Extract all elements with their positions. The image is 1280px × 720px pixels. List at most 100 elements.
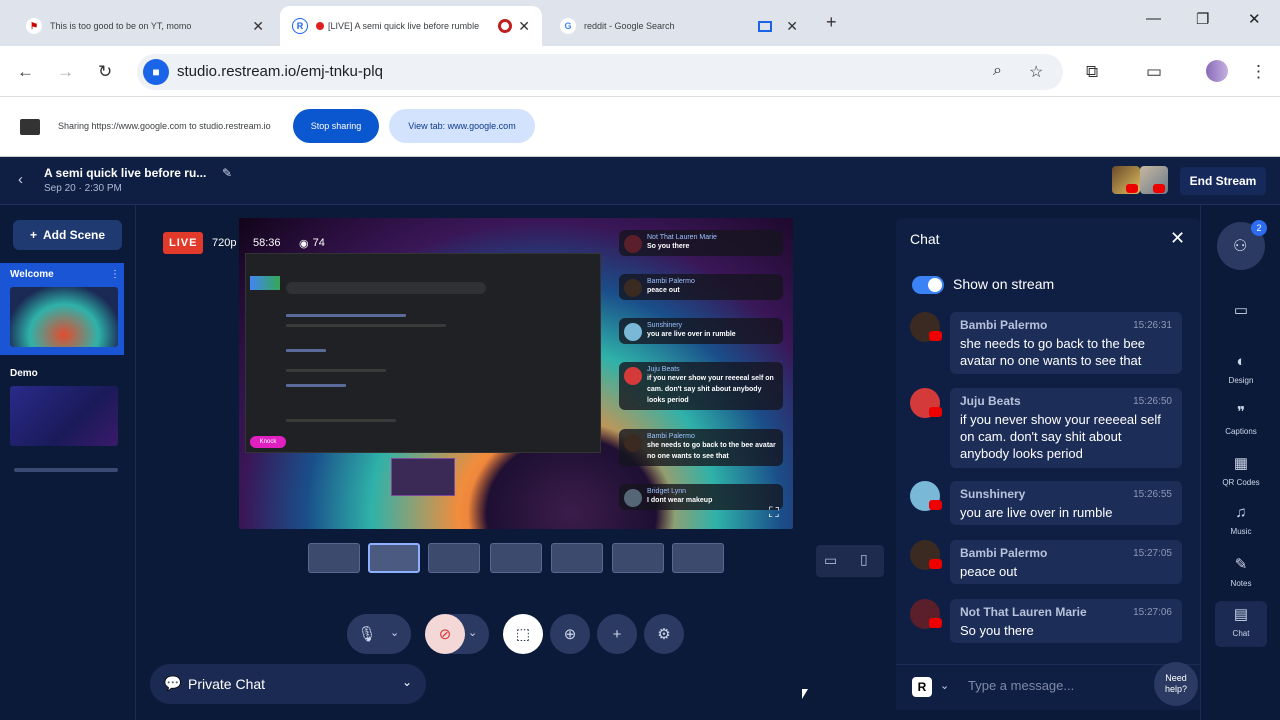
layout-option[interactable] <box>551 543 603 573</box>
sidebar-item-chat[interactable]: ▤ Chat <box>1215 601 1267 647</box>
restore-icon[interactable]: ❐ <box>1196 10 1209 28</box>
reload-icon[interactable]: ↻ <box>98 62 112 82</box>
right-sidebar: ⚇ 2 ▭ ◐ Design ❞ Captions ▦ QR Codes ♫ M… <box>1200 205 1280 720</box>
show-on-stream-label: Show on stream <box>953 276 1055 292</box>
chat-text: if you never show your reeeeal self on c… <box>960 412 1161 461</box>
sidebar-item-folder[interactable]: ▭ <box>1215 297 1267 343</box>
overlay-chat-text: So you there <box>647 243 690 250</box>
result-line <box>286 349 326 352</box>
sidebar-item-notes[interactable]: ✎ Notes <box>1215 551 1267 597</box>
chevron-down-icon[interactable]: ⌄ <box>402 675 412 689</box>
share-screen-button[interactable]: ⬚ <box>503 614 543 654</box>
sharing-message: Sharing https://www.google.com to studio… <box>58 121 271 131</box>
forward-icon[interactable]: → <box>57 62 74 82</box>
browser-tab-3[interactable]: G reddit - Google Search ✕ <box>548 6 810 46</box>
elapsed-time: 58:36 <box>253 237 281 249</box>
orientation-toggle: ▭ ▯ <box>816 545 884 577</box>
overlay-chat-message: Sunshinery you are live over in rumble <box>619 318 783 344</box>
result-line <box>286 314 406 317</box>
camera-off-icon[interactable]: ⊘ <box>425 614 465 654</box>
overlay-chat-name: Bambi Palermo <box>647 433 695 440</box>
chat-message-input[interactable]: Type a message... <box>968 678 1074 693</box>
chat-message[interactable]: Bambi Palermo 15:27:05 peace out <box>910 540 1182 584</box>
share-screen-icon <box>20 119 40 135</box>
chat-message[interactable]: Not That Lauren Marie 15:27:06 So you th… <box>910 599 1182 643</box>
new-tab-button[interactable]: + <box>826 12 837 33</box>
fullscreen-icon[interactable]: ⛶ <box>769 504 779 521</box>
cast-icon[interactable]: ▭ <box>1146 62 1162 82</box>
layout-option[interactable] <box>308 543 360 573</box>
edit-pencil-icon[interactable]: ✎ <box>222 166 232 180</box>
scenes-scrollbar[interactable] <box>14 468 118 472</box>
sidebar-item-music[interactable]: ♫ Music <box>1215 500 1267 546</box>
desktop-icon[interactable]: ▭ <box>824 552 837 569</box>
close-tab-icon[interactable]: ✕ <box>518 18 530 35</box>
stream-preview: 58:36 ◉ 74 Knock Not That Lauren Marie S… <box>239 218 793 529</box>
close-window-icon[interactable]: ✕ <box>1248 10 1261 28</box>
add-scene-button[interactable]: + Add Scene <box>13 220 122 250</box>
omnibox[interactable]: ■ studio.restream.io/emj-tnku-plq ⌕ ☆ <box>137 54 1063 90</box>
stream-title: A semi quick live before ru... <box>44 166 207 180</box>
add-icon[interactable]: + <box>597 614 637 654</box>
microphone-icon[interactable]: 🎙 <box>347 614 387 654</box>
layout-option-selected[interactable] <box>368 543 420 573</box>
chat-message[interactable]: Bambi Palermo 15:26:31 she needs to go b… <box>910 312 1182 376</box>
chat-text: peace out <box>960 564 1018 579</box>
layout-option[interactable] <box>490 543 542 573</box>
mobile-icon[interactable]: ▯ <box>860 551 868 568</box>
browser-tab-1[interactable]: ⚑ This is too good to be on YT, momo ✕ <box>14 6 276 46</box>
layout-option[interactable] <box>672 543 724 573</box>
mouse-cursor <box>802 689 808 699</box>
scene-demo[interactable]: Demo <box>0 362 124 454</box>
layout-option[interactable] <box>428 543 480 573</box>
chevron-down-icon[interactable]: ⌄ <box>468 626 477 639</box>
live-dot-icon <box>316 22 324 30</box>
menu-kebab-icon[interactable]: ⋮ <box>1250 62 1267 82</box>
shared-screen <box>245 253 601 453</box>
zoom-icon[interactable]: ⌕ <box>993 62 1002 80</box>
invite-guest-icon[interactable]: ⊕ <box>550 614 590 654</box>
chat-message[interactable]: Juju Beats 15:26:50 if you never show yo… <box>910 388 1182 468</box>
view-tab-button[interactable]: View tab: www.google.com <box>389 109 535 143</box>
stop-sharing-button[interactable]: Stop sharing <box>293 109 379 143</box>
sidebar-item-captions[interactable]: ❞ Captions <box>1215 399 1267 445</box>
show-on-stream-toggle[interactable] <box>912 276 944 294</box>
result-line <box>286 384 346 387</box>
chat-time: 15:26:31 <box>1133 320 1172 331</box>
tab-title: This is too good to be on YT, momo <box>50 21 192 31</box>
bookmark-star-icon[interactable]: ☆ <box>1029 62 1043 82</box>
overlay-chat-name: Juju Beats <box>647 366 680 373</box>
private-chat-bar[interactable]: 💬 Private Chat ⌄ <box>150 664 426 704</box>
overlay-chat-text: I dont wear makeup <box>647 497 713 504</box>
close-tab-icon[interactable]: ✕ <box>252 18 264 35</box>
chat-text: So you there <box>960 623 1034 638</box>
close-tab-icon[interactable]: ✕ <box>786 18 798 35</box>
back-icon[interactable]: ← <box>17 62 34 82</box>
overlay-chat-text: you are live over in rumble <box>647 331 736 338</box>
restream-icon[interactable]: R <box>912 677 932 697</box>
settings-gear-icon[interactable]: ⚙ <box>644 614 684 654</box>
sidebar-item-qr-codes[interactable]: ▦ QR Codes <box>1215 450 1267 496</box>
sidebar-item-label: Music <box>1230 527 1252 536</box>
chevron-down-icon[interactable]: ⌄ <box>390 626 399 639</box>
search-box <box>286 282 486 294</box>
browser-tab-2[interactable]: R [LIVE] A semi quick live before rumble… <box>280 6 542 46</box>
scene-welcome[interactable]: Welcome ⋮ <box>0 263 124 355</box>
profile-avatar[interactable] <box>1206 60 1228 82</box>
scene-thumbnail <box>10 386 118 446</box>
minimize-icon[interactable]: — <box>1146 10 1161 27</box>
extensions-icon[interactable]: ⧉ <box>1086 62 1098 82</box>
camera-icon[interactable]: ■ <box>143 59 169 85</box>
layout-option[interactable] <box>612 543 664 573</box>
chat-message[interactable]: Sunshinery 15:26:55 you are live over in… <box>910 481 1182 525</box>
need-help-button[interactable]: Need help? <box>1154 662 1198 706</box>
url-text[interactable]: studio.restream.io/emj-tnku-plq <box>177 63 383 80</box>
close-icon[interactable]: ✕ <box>1170 228 1185 249</box>
sidebar-item-design[interactable]: ◐ Design <box>1215 349 1267 395</box>
result-line <box>286 324 446 327</box>
end-stream-button[interactable]: End Stream <box>1180 167 1266 195</box>
scene-menu-icon[interactable]: ⋮ <box>110 269 120 280</box>
chevron-down-icon[interactable]: ⌄ <box>940 679 949 692</box>
avatar <box>624 434 642 452</box>
back-chevron-icon[interactable]: ‹ <box>18 171 23 188</box>
